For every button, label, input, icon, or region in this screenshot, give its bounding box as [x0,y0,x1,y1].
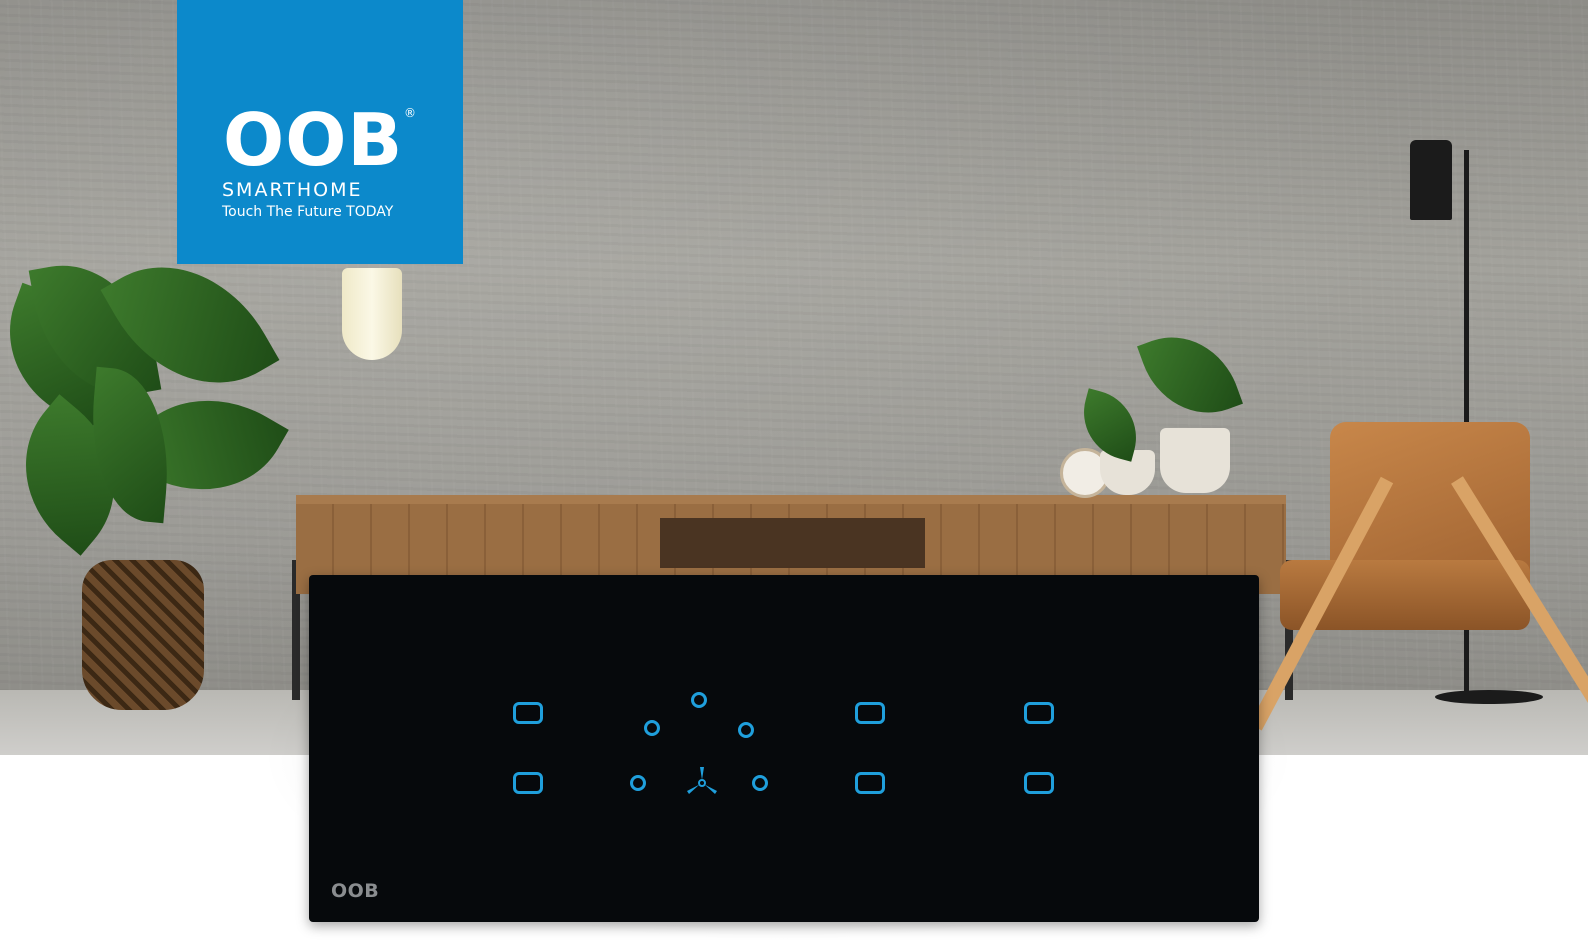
floor-lamp-base [1435,690,1543,704]
switch-key-icon[interactable] [1024,772,1054,794]
small-plant-pot [1160,428,1230,493]
switch-key-icon[interactable] [855,702,885,724]
fan-speed-dot-icon[interactable] [644,720,660,736]
switch-key-icon[interactable] [513,772,543,794]
registered-mark: ® [404,106,416,120]
switch-key-icon[interactable] [513,702,543,724]
woven-plant-pot [82,560,204,710]
switch-key-icon[interactable] [855,772,885,794]
brand-logo: OOB [223,98,404,182]
fan-icon[interactable] [684,765,720,801]
smart-switch-panel: OOB [309,575,1259,922]
brand-tagline: Touch The Future TODAY [222,204,394,220]
brand-logo-card: OOB ® SMARTHOME Touch The Future TODAY [177,0,463,264]
fan-speed-dot-icon[interactable] [691,692,707,708]
switch-key-icon[interactable] [1024,702,1054,724]
fan-speed-dot-icon[interactable] [752,775,768,791]
brand-subtitle: SMARTHOME [222,179,363,201]
floor-lamp-shade [1410,140,1452,220]
fan-speed-dot-icon[interactable] [630,775,646,791]
panel-brand-logo: OOB [331,880,380,902]
pendant-lamp [342,268,402,360]
sideboard-niche [660,518,925,568]
fan-speed-dot-icon[interactable] [738,722,754,738]
